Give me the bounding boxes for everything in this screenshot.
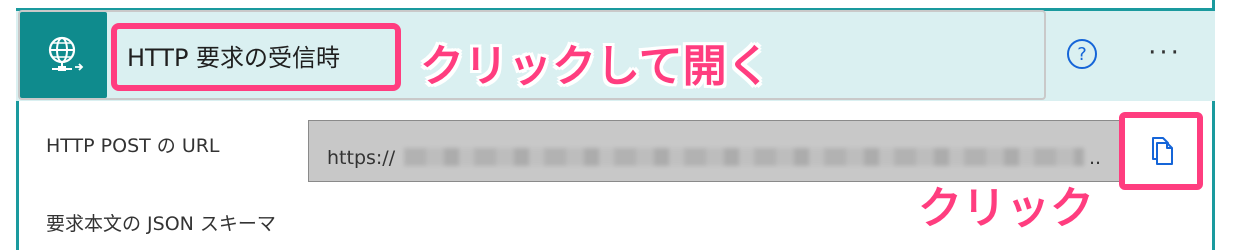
globe-network-icon <box>48 36 83 71</box>
copy-url-button[interactable] <box>1119 112 1203 190</box>
request-body-json-schema-label: 要求本文の JSON スキーマ <box>46 213 276 235</box>
help-icon[interactable]: ? <box>1067 39 1097 69</box>
redacted-url-blur <box>404 148 1084 166</box>
annotation-click-to-open: クリックして開く <box>420 41 771 92</box>
card-border-left <box>16 88 19 250</box>
url-value: https:// <box>327 147 396 169</box>
trigger-card: HTTP 要求の受信時 クリックして開く ? ··· HTTP POST の U… <box>0 0 1234 250</box>
trigger-title[interactable]: HTTP 要求の受信時 <box>127 38 340 73</box>
more-options-button[interactable]: ··· <box>1140 38 1190 68</box>
annotation-click: クリック <box>918 183 1094 234</box>
http-post-url-label: HTTP POST の URL <box>46 135 220 157</box>
copy-icon <box>1152 137 1173 165</box>
url-ellipsis: .. <box>1089 147 1102 169</box>
trigger-icon-tile <box>20 12 107 98</box>
